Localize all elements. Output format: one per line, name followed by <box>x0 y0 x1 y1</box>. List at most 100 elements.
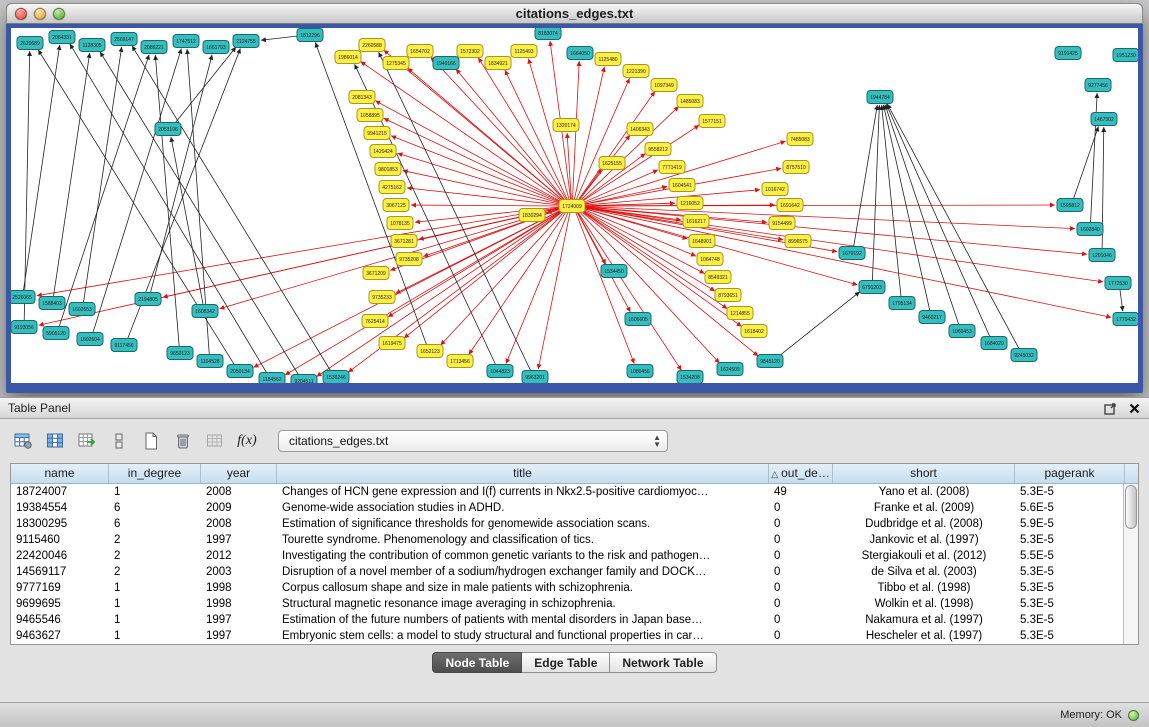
minimize-window-button[interactable] <box>34 8 46 20</box>
graph-node[interactable]: 2081343 <box>349 91 375 104</box>
table-row[interactable]: 911546021997Tourette syndrome. Phenomeno… <box>11 532 1138 548</box>
graph-node[interactable]: 1624509 <box>717 363 743 376</box>
graph-node[interactable]: 1534208 <box>677 371 703 384</box>
table-row[interactable]: 946362711997Embryonic stem cells: a mode… <box>11 628 1138 644</box>
graph-node[interactable]: 9191425 <box>1055 47 1081 60</box>
graph-node[interactable]: 3671209 <box>363 267 389 280</box>
graph-node[interactable]: 1125480 <box>595 53 621 66</box>
graph-node[interactable]: 9204511 <box>291 375 317 387</box>
float-panel-icon[interactable] <box>1103 401 1117 415</box>
graph-node[interactable]: 9460217 <box>919 311 945 324</box>
graph-node[interactable]: 9117456 <box>111 339 137 352</box>
table-selector-dropdown[interactable]: citations_edges.txt ▲▼ <box>278 430 668 452</box>
table-row[interactable]: 1830029562008Estimation of significance … <box>11 516 1138 532</box>
graph-node[interactable]: 2124755 <box>233 35 259 48</box>
graph-node[interactable]: 2194805 <box>135 293 161 306</box>
rows-button[interactable] <box>106 428 132 454</box>
table-row[interactable]: 946554611997Estimation of the future num… <box>11 612 1138 628</box>
graph-node[interactable]: 1128305 <box>79 39 105 52</box>
graph-node[interactable]: 8996575 <box>785 235 811 248</box>
graph-node[interactable]: 9963201 <box>522 371 548 384</box>
graph-node[interactable]: 8757510 <box>783 161 809 174</box>
graph-node[interactable]: 1530246 <box>323 371 349 384</box>
graph-node[interactable]: 5905120 <box>43 327 69 340</box>
graph-node[interactable]: 1619475 <box>379 337 405 350</box>
graph-node[interactable]: 1534450 <box>601 265 627 278</box>
graph-node[interactable]: 2064331 <box>49 31 75 44</box>
graph-node[interactable]: 1058895 <box>357 109 383 122</box>
graph-node[interactable]: 9245032 <box>1011 349 1037 362</box>
graph-node[interactable]: 1770432 <box>1113 313 1138 326</box>
show-columns-button[interactable] <box>42 428 68 454</box>
graph-node[interactable]: 1724009 <box>559 200 585 213</box>
graph-node[interactable]: 2086221 <box>141 41 167 54</box>
graph-node[interactable]: 9941215 <box>364 127 390 140</box>
delete-table-button[interactable] <box>170 428 196 454</box>
table-row[interactable]: 2242004622012Investigating the contribut… <box>11 548 1138 564</box>
graph-node[interactable]: 1834921 <box>485 57 511 70</box>
graph-node[interactable]: 9735233 <box>369 291 395 304</box>
graph-node[interactable]: 1602653 <box>69 303 95 316</box>
graph-node[interactable]: 8793651 <box>715 289 741 302</box>
graph-node[interactable]: 8183074 <box>535 28 561 40</box>
scrollbar-thumb[interactable] <box>1125 485 1137 529</box>
graph-node[interactable]: 1016742 <box>762 183 788 196</box>
graph-node[interactable]: 1602604 <box>77 333 103 346</box>
graph-node[interactable]: 9154499 <box>769 217 795 230</box>
graph-node[interactable]: 1485083 <box>677 95 703 108</box>
graph-node[interactable]: 1320174 <box>553 119 579 132</box>
graph-node[interactable]: 9735208 <box>396 253 422 266</box>
graph-node[interactable]: 1812296 <box>297 29 323 42</box>
graph-node[interactable]: 2260588 <box>359 39 385 52</box>
graph-node[interactable]: 1044823 <box>487 365 513 378</box>
column-header-name[interactable]: name <box>11 464 109 483</box>
column-header-pagerank[interactable]: pagerank <box>1015 464 1125 483</box>
graph-node[interactable]: 1572302 <box>457 45 483 58</box>
import-table-button[interactable] <box>202 428 228 454</box>
column-header-in_degree[interactable]: in_degree <box>109 464 201 483</box>
graph-node[interactable]: 1664050 <box>567 47 593 60</box>
graph-node[interactable]: 1713456 <box>447 355 473 368</box>
graph-node[interactable]: 1830294 <box>519 209 545 222</box>
close-panel-icon[interactable] <box>1127 401 1141 415</box>
graph-node[interactable]: 3671281 <box>391 235 417 248</box>
graph-node[interactable]: 6791203 <box>859 281 885 294</box>
tab-edge-table[interactable]: Edge Table <box>522 652 610 673</box>
graph-node[interactable]: 1060453 <box>949 325 975 338</box>
graph-node[interactable]: 7485083 <box>787 133 813 146</box>
graph-node[interactable]: 1097349 <box>651 79 677 92</box>
column-header-title[interactable]: title <box>277 464 769 483</box>
graph-node[interactable]: 1221390 <box>623 65 649 78</box>
graph-node[interactable]: 1604541 <box>669 179 695 192</box>
graph-node[interactable]: 2620689 <box>17 37 43 50</box>
graph-node[interactable]: 4275162 <box>379 181 405 194</box>
column-header-year[interactable]: year <box>201 464 277 483</box>
graph-node[interactable]: 2569147 <box>111 33 137 46</box>
graph-node[interactable]: 9650123 <box>167 347 193 360</box>
table-row[interactable]: 977716911998Corpus callosum shape and si… <box>11 580 1138 596</box>
graph-node[interactable]: 1602840 <box>1077 223 1103 236</box>
graph-node[interactable]: 1944784 <box>867 91 893 104</box>
graph-node[interactable]: 1616217 <box>683 215 709 228</box>
tab-node-table[interactable]: Node Table <box>432 652 522 673</box>
zoom-window-button[interactable] <box>53 8 65 20</box>
table-settings-button[interactable] <box>10 428 36 454</box>
graph-node[interactable]: 1080456 <box>627 365 653 378</box>
graph-node[interactable]: 1064748 <box>697 253 723 266</box>
graph-node[interactable]: 1595812 <box>1057 199 1083 212</box>
graph-node[interactable]: 1986014 <box>335 51 361 64</box>
graph-node[interactable]: 7625414 <box>362 315 388 328</box>
graph-node[interactable]: 9845120 <box>757 355 783 368</box>
graph-node[interactable]: 2526065 <box>11 291 35 304</box>
graph-node[interactable]: 1275345 <box>383 57 409 70</box>
graph-node[interactable]: 1588403 <box>39 297 65 310</box>
graph-node[interactable]: 1652123 <box>417 345 443 358</box>
graph-node[interactable]: 9277456 <box>1085 79 1111 92</box>
graph-node[interactable]: 1577151 <box>699 115 725 128</box>
graph-node[interactable]: 1467302 <box>1091 113 1117 126</box>
graph-node[interactable]: 2053106 <box>155 123 181 136</box>
graph-node[interactable]: 1606605 <box>625 313 651 326</box>
graph-node[interactable]: 9801853 <box>375 163 401 176</box>
edit-table-button[interactable] <box>74 428 100 454</box>
graph-node[interactable]: 1795134 <box>889 297 915 310</box>
